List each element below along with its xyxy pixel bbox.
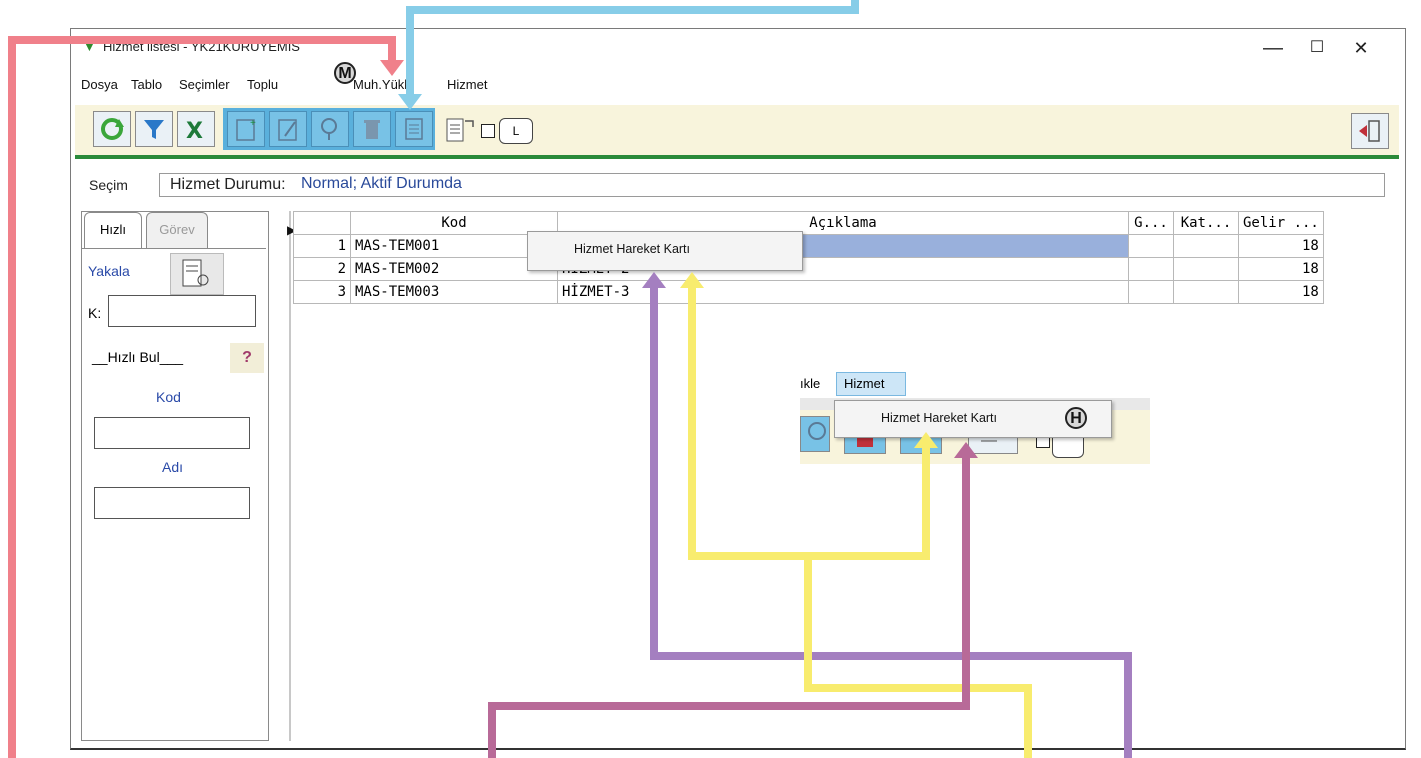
blue-arrow [406,0,859,96]
yellow-arrowhead-inset [914,432,938,448]
magenta-arrowhead [954,442,978,458]
blue-arrowhead [398,94,422,110]
yellow-arrow-grid [688,286,1032,758]
red-arrowhead [380,60,404,76]
callout-badge-m: M [334,62,356,84]
yellow-arrowhead-grid [680,272,704,288]
red-arrow [8,36,396,758]
purple-arrowhead [642,272,666,288]
magenta-arrow [488,456,970,758]
annotation-arrows [8,0,1132,758]
yellow-arrow-inset [808,446,930,560]
